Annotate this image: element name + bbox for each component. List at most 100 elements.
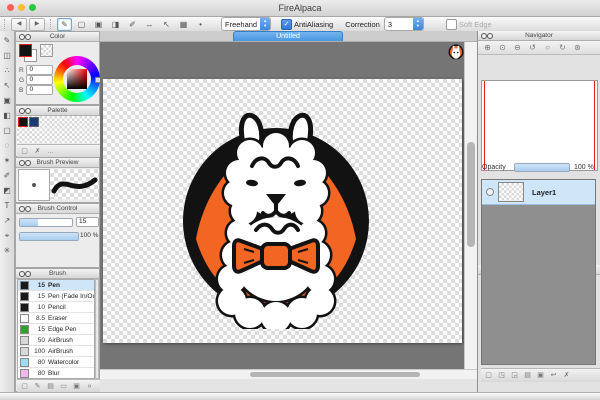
brush-list-item[interactable]: 15Edge Pen: [18, 324, 94, 335]
brush-folder-icon[interactable]: ▭: [58, 382, 69, 391]
brush-control-header[interactable]: Brush Control: [16, 204, 99, 214]
grid-icon[interactable]: ▦: [176, 18, 191, 31]
brush-panel-header[interactable]: Brush: [16, 269, 99, 279]
palette-swatch[interactable]: [18, 117, 28, 127]
brush-name: Blur: [48, 370, 60, 377]
lower-layer-icon[interactable]: ◲: [509, 371, 520, 380]
actual-size-icon[interactable]: ⊛: [571, 43, 584, 52]
brush-list-item[interactable]: 10Pencil: [18, 302, 94, 313]
undo-button[interactable]: ◀: [11, 18, 27, 31]
brush-list-item[interactable]: 100AirBrush: [18, 346, 94, 357]
rotate-reset-icon[interactable]: ○: [541, 43, 554, 52]
layer-footer: ▢◳◲▤▣↩✗: [481, 368, 600, 382]
redo-button[interactable]: ▶: [29, 18, 45, 31]
layer-row[interactable]: Layer1: [482, 180, 595, 205]
edit-brush-icon[interactable]: ✎: [32, 382, 43, 391]
right-panel-column: Navigator ⊕⊙⊖↺○↻⊛ Layer Opacity 100 % Bl…: [477, 31, 600, 392]
document-tab[interactable]: Untitled: [233, 31, 343, 41]
add-palette-color-icon[interactable]: ▢: [19, 147, 30, 156]
lasso-tool-icon[interactable]: ◌: [1, 139, 14, 152]
brush-tool-icon[interactable]: ✎: [57, 18, 72, 31]
brush-swatch: [20, 336, 29, 345]
picker-cursor-icon[interactable]: ↖: [159, 18, 174, 31]
bucket-tool-icon[interactable]: ▣: [1, 94, 14, 107]
vertical-scrollbar[interactable]: [464, 42, 477, 369]
document-canvas[interactable]: [103, 79, 462, 343]
navigator-preview[interactable]: [481, 80, 598, 171]
vertical-scrollbar-thumb[interactable]: [467, 142, 475, 247]
fill-tool-icon[interactable]: ▣: [91, 18, 106, 31]
layer-opacity-slider[interactable]: [514, 163, 570, 172]
brush-list-item[interactable]: 80Watercolor: [18, 357, 94, 368]
layer-folder-icon[interactable]: ▤: [522, 371, 533, 380]
zoom-out-icon[interactable]: ⊖: [511, 43, 524, 52]
rotate-left-icon[interactable]: ↺: [526, 43, 539, 52]
view-frame-right: [594, 81, 595, 170]
antialiasing-checkbox[interactable]: ✓: [281, 19, 292, 30]
brush-size-slider[interactable]: [19, 218, 73, 227]
zoom-in-icon[interactable]: ⊕: [481, 43, 494, 52]
import-brush-icon[interactable]: ▤: [45, 382, 56, 391]
horizontal-scrollbar-thumb[interactable]: [250, 372, 420, 377]
merge-layer-icon[interactable]: ↩: [548, 371, 559, 380]
duplicate-layer-icon[interactable]: ▣: [535, 371, 546, 380]
pen-tool-icon[interactable]: ✎: [1, 34, 14, 47]
brush-preview-header[interactable]: Brush Preview: [16, 158, 99, 168]
eraser-tool-icon[interactable]: ◫: [1, 49, 14, 62]
channel-value-field[interactable]: 0: [26, 75, 53, 85]
brush-opacity-slider[interactable]: [19, 232, 79, 241]
delete-palette-color-icon[interactable]: ✗: [32, 147, 43, 156]
delete-layer-icon[interactable]: ✗: [561, 371, 572, 380]
magic-wand-tool-icon[interactable]: ✶: [1, 154, 14, 167]
brush-list-item[interactable]: 50AirBrush: [18, 335, 94, 346]
stroke-mode-dropdown[interactable]: Freehand ▲▼: [221, 17, 271, 31]
palette-menu-icon[interactable]: …: [45, 147, 56, 156]
correction-spinner[interactable]: 3 ▲▼: [384, 17, 424, 31]
soft-edge-checkbox[interactable]: [446, 19, 457, 30]
eyedropper-tool-icon[interactable]: ⌖: [1, 229, 14, 242]
saturation-value-square[interactable]: [67, 69, 87, 89]
select-eraser-tool-icon[interactable]: ◩: [1, 184, 14, 197]
move-tool-icon[interactable]: ↖: [1, 79, 14, 92]
horizontal-scrollbar[interactable]: [100, 369, 477, 379]
mascot-badge-icon[interactable]: [448, 44, 464, 60]
brush-list-item[interactable]: 15Pen (Fade In/Out): [18, 291, 94, 302]
palette-grid[interactable]: [17, 116, 100, 145]
palette-swatch[interactable]: [29, 117, 39, 127]
dot-icon[interactable]: •: [193, 18, 208, 31]
channel-value-field[interactable]: 0: [26, 65, 53, 75]
channel-value-field[interactable]: 0: [26, 85, 53, 95]
brush-list-scrollbar[interactable]: [95, 279, 99, 379]
duplicate-brush-icon[interactable]: ▣: [71, 382, 82, 391]
gradient-tool-icon[interactable]: ◧: [1, 109, 14, 122]
hand-tool-icon[interactable]: ✳: [1, 244, 14, 257]
marquee-select-icon[interactable]: ▢: [74, 18, 89, 31]
brush-list-item[interactable]: 15Pen: [18, 280, 94, 291]
rotate-right-icon[interactable]: ↻: [556, 43, 569, 52]
layer-visibility-icon[interactable]: [486, 188, 494, 196]
select-tool-icon[interactable]: ▢: [1, 124, 14, 137]
add-layer-icon[interactable]: ▢: [483, 371, 494, 380]
operation-tool-icon[interactable]: ↗: [1, 214, 14, 227]
brush-size-value[interactable]: 15: [76, 217, 99, 227]
dot-pen-tool-icon[interactable]: ∴: [1, 64, 14, 77]
brush-list-item[interactable]: 80Blur: [18, 368, 94, 379]
brush-size: 50: [31, 337, 45, 344]
foreground-color-swatch[interactable]: [19, 44, 32, 57]
color-panel-header[interactable]: Color: [16, 32, 99, 42]
shape-brush-icon[interactable]: ◨: [108, 18, 123, 31]
color-wheel[interactable]: [54, 56, 100, 102]
raise-layer-icon[interactable]: ◳: [496, 371, 507, 380]
polyline-icon[interactable]: ✐: [125, 18, 140, 31]
palette-panel-header[interactable]: Palette: [16, 106, 99, 116]
transparent-color-swatch[interactable]: [40, 44, 53, 57]
select-pen-tool-icon[interactable]: ✐: [1, 169, 14, 182]
canvas-workspace[interactable]: [100, 42, 464, 369]
add-brush-icon[interactable]: ▢: [19, 382, 30, 391]
navigator-header[interactable]: Navigator: [478, 31, 600, 41]
more-brushes-icon[interactable]: »: [84, 382, 95, 391]
transform-icon[interactable]: ↔: [142, 18, 157, 31]
text-tool-icon[interactable]: T: [1, 199, 14, 212]
zoom-fit-icon[interactable]: ⊙: [496, 43, 509, 52]
brush-list-item[interactable]: 8.5Eraser: [18, 313, 94, 324]
